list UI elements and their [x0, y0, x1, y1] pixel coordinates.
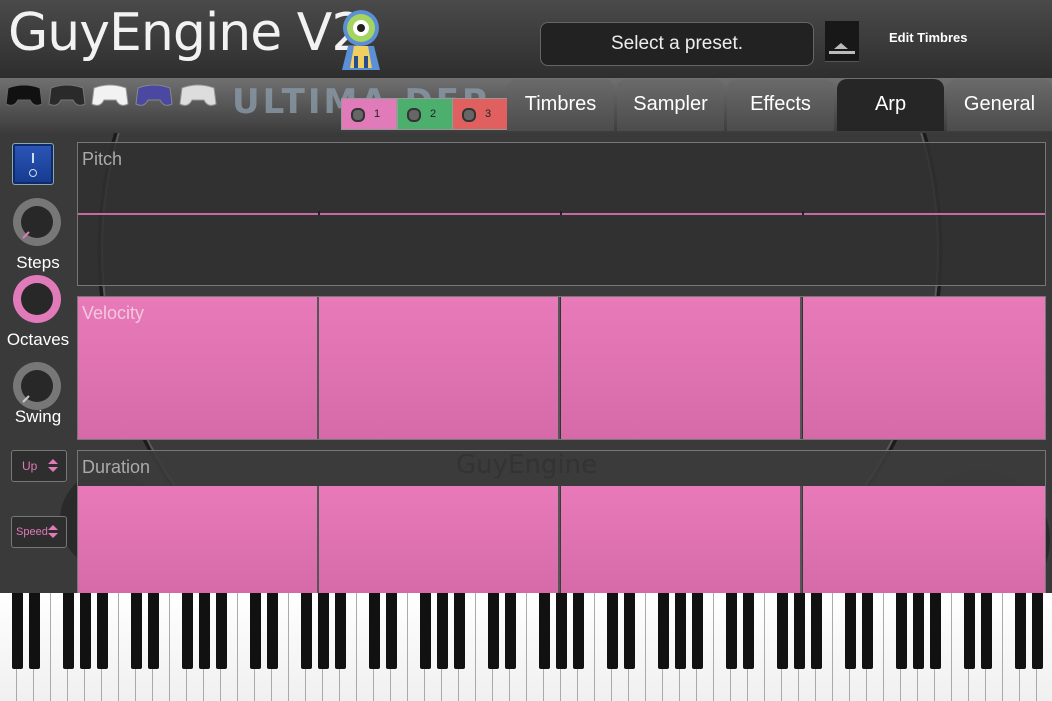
black-key[interactable] — [981, 593, 992, 669]
black-key[interactable] — [420, 593, 431, 669]
black-key[interactable] — [896, 593, 907, 669]
steps-label: Steps — [16, 253, 60, 272]
octaves-label: Octaves — [6, 330, 70, 349]
black-key[interactable] — [743, 593, 754, 669]
velocity-step[interactable] — [561, 297, 802, 439]
duration-step[interactable] — [803, 486, 1045, 594]
black-key[interactable] — [964, 593, 975, 669]
black-key[interactable] — [199, 593, 210, 669]
arp-power-toggle[interactable] — [12, 143, 54, 185]
app-title: GuyEngine V2 — [8, 3, 364, 63]
black-key[interactable] — [573, 593, 584, 669]
velocity-step[interactable] — [319, 297, 560, 439]
eject-icon — [834, 43, 848, 49]
black-key[interactable] — [318, 593, 329, 669]
black-key[interactable] — [488, 593, 499, 669]
tab-timbres[interactable]: Timbres — [507, 79, 614, 131]
slot-3-button[interactable]: 3 — [452, 98, 508, 130]
chevron-down-icon — [48, 533, 58, 538]
tab-general[interactable]: General — [947, 79, 1052, 131]
led-icon — [462, 108, 476, 122]
black-key[interactable] — [624, 593, 635, 669]
speed-select[interactable]: Speed — [11, 516, 67, 548]
swing-label: Swing — [14, 407, 62, 426]
pitch-label: Pitch — [82, 149, 123, 169]
black-key[interactable] — [658, 593, 669, 669]
black-key[interactable] — [182, 593, 193, 669]
controller-black-icon[interactable] — [4, 78, 44, 110]
black-key[interactable] — [505, 593, 516, 669]
tab-effects[interactable]: Effects — [727, 79, 834, 131]
velocity-panel[interactable]: Velocity — [77, 296, 1046, 440]
knob-indicator-icon — [22, 395, 30, 403]
black-key[interactable] — [811, 593, 822, 669]
direction-select[interactable]: Up — [11, 450, 67, 482]
edit-timbres-button[interactable]: Edit Timbres — [889, 30, 968, 45]
black-key[interactable] — [148, 593, 159, 669]
duration-step[interactable] — [561, 486, 802, 594]
duration-label: Duration — [82, 457, 151, 477]
black-key[interactable] — [29, 593, 40, 669]
knob-indicator-icon — [22, 231, 30, 239]
black-key[interactable] — [845, 593, 856, 669]
black-key[interactable] — [726, 593, 737, 669]
duration-step[interactable] — [78, 486, 319, 594]
preset-selector[interactable]: Select a preset. — [540, 22, 814, 66]
black-key[interactable] — [80, 593, 91, 669]
velocity-step[interactable] — [803, 297, 1045, 439]
controller-grey-icon[interactable] — [178, 78, 218, 110]
octaves-knob[interactable] — [13, 275, 61, 323]
duration-step[interactable] — [319, 486, 560, 594]
slot-2-button[interactable]: 2 — [397, 98, 453, 130]
piano-keyboard[interactable] — [0, 593, 1052, 701]
swing-knob[interactable] — [13, 362, 61, 410]
controller-dark-icon[interactable] — [47, 78, 87, 110]
chevron-up-icon — [48, 459, 58, 464]
black-key[interactable] — [1032, 593, 1043, 669]
black-key[interactable] — [607, 593, 618, 669]
black-key[interactable] — [862, 593, 873, 669]
led-icon — [407, 108, 421, 122]
black-key[interactable] — [437, 593, 448, 669]
black-key[interactable] — [97, 593, 108, 669]
led-icon — [351, 108, 365, 122]
black-key[interactable] — [250, 593, 261, 669]
tab-sampler[interactable]: Sampler — [617, 79, 724, 131]
black-key[interactable] — [131, 593, 142, 669]
header-bar: GuyEngine V2 Select a preset. Edit Timbr… — [0, 0, 1052, 78]
chevron-down-icon — [48, 467, 58, 472]
black-key[interactable] — [930, 593, 941, 669]
black-key[interactable] — [369, 593, 380, 669]
controller-white-icon[interactable] — [90, 78, 130, 110]
power-icon — [32, 153, 34, 163]
black-key[interactable] — [675, 593, 686, 669]
black-key[interactable] — [386, 593, 397, 669]
mascot-logo-icon — [342, 10, 380, 70]
save-preset-button[interactable] — [825, 21, 859, 62]
black-key[interactable] — [216, 593, 227, 669]
black-key[interactable] — [12, 593, 23, 669]
black-key[interactable] — [267, 593, 278, 669]
engine-watermark: GuyEngine — [456, 450, 598, 480]
tab-arp[interactable]: Arp — [837, 79, 944, 131]
black-key[interactable] — [301, 593, 312, 669]
black-key[interactable] — [1015, 593, 1026, 669]
chevron-up-icon — [48, 525, 58, 530]
black-key[interactable] — [913, 593, 924, 669]
black-key[interactable] — [794, 593, 805, 669]
velocity-label: Velocity — [82, 303, 145, 323]
black-key[interactable] — [777, 593, 788, 669]
steps-knob[interactable] — [13, 198, 61, 246]
black-key[interactable] — [335, 593, 346, 669]
black-key[interactable] — [539, 593, 550, 669]
black-key[interactable] — [556, 593, 567, 669]
black-key[interactable] — [63, 593, 74, 669]
pitch-panel[interactable]: Pitch — [77, 142, 1046, 286]
controller-purple-icon[interactable] — [134, 78, 174, 110]
black-key[interactable] — [454, 593, 465, 669]
black-key[interactable] — [692, 593, 703, 669]
slot-1-button[interactable]: 1 — [341, 98, 397, 130]
